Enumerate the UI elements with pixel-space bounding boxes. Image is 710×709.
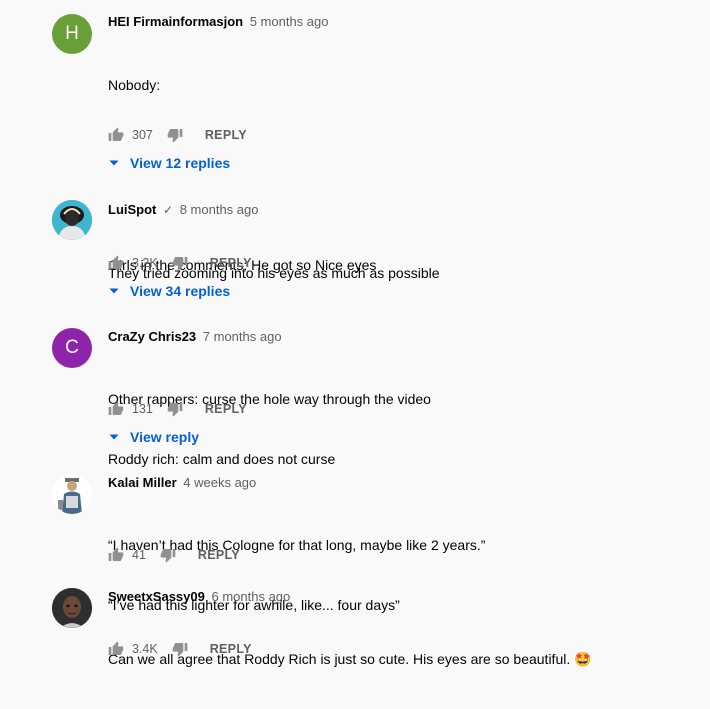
comment-header: CraZy Chris23 7 months ago	[108, 329, 282, 345]
thumbs-up-icon	[108, 547, 124, 563]
caret-down-icon	[108, 157, 120, 169]
reply-button[interactable]: REPLY	[210, 256, 252, 270]
like-button[interactable]	[108, 127, 124, 143]
reply-button[interactable]: REPLY	[198, 548, 240, 562]
verified-check-icon: ✓	[163, 203, 174, 217]
thumbs-down-icon	[172, 641, 188, 657]
comment-timestamp[interactable]: 4 weeks ago	[183, 475, 256, 490]
avatar-letter: C	[65, 337, 79, 358]
like-count: 307	[132, 128, 153, 142]
author-name[interactable]: Kalai Miller	[108, 475, 177, 490]
silhouette-photo-avatar	[52, 200, 92, 240]
author-avatar[interactable]	[52, 200, 92, 240]
comment-header: SweetxSassy09 6 months ago	[108, 589, 290, 605]
thumbs-down-icon	[172, 255, 188, 271]
like-button[interactable]	[108, 401, 124, 417]
portrait-photo-avatar	[52, 588, 92, 628]
view-replies-label: View 34 replies	[130, 283, 231, 299]
like-count: 3.4K	[132, 642, 158, 656]
comment-timestamp[interactable]: 5 months ago	[250, 14, 329, 29]
like-button[interactable]	[108, 641, 124, 657]
figure-photo-avatar	[52, 474, 92, 514]
author-avatar[interactable]: H	[52, 14, 92, 54]
reply-button[interactable]: REPLY	[205, 128, 247, 142]
reply-button[interactable]: REPLY	[210, 642, 252, 656]
thumbs-up-icon	[108, 127, 124, 143]
comment-timestamp[interactable]: 8 months ago	[180, 202, 259, 217]
view-replies-button[interactable]: View 34 replies	[108, 281, 230, 301]
comment-actions: 3.4K REPLY	[108, 639, 252, 659]
thumbs-up-icon	[108, 401, 124, 417]
comment-text: Can we all agree that Roddy Rich is just…	[108, 609, 592, 709]
author-name[interactable]: SweetxSassy09	[108, 589, 205, 604]
dislike-button[interactable]	[167, 401, 183, 417]
author-avatar[interactable]	[52, 588, 92, 628]
dislike-button[interactable]	[160, 547, 176, 563]
comment-actions: 307 REPLY	[108, 125, 247, 145]
author-name[interactable]: CraZy Chris23	[108, 329, 196, 344]
comment-header: LuiSpot ✓ 8 months ago	[108, 202, 258, 218]
author-name[interactable]: LuiSpot	[108, 202, 156, 217]
comment-actions: 3.2K REPLY	[108, 253, 252, 273]
view-replies-button[interactable]: View reply	[108, 427, 199, 447]
reply-button[interactable]: REPLY	[205, 402, 247, 416]
dislike-button[interactable]	[172, 255, 188, 271]
like-count: 41	[132, 548, 146, 562]
author-avatar[interactable]	[52, 474, 92, 514]
caret-down-icon	[108, 285, 120, 297]
view-replies-button[interactable]: View 12 replies	[108, 153, 230, 173]
dislike-button[interactable]	[172, 641, 188, 657]
thumbs-down-icon	[160, 547, 176, 563]
like-button[interactable]	[108, 547, 124, 563]
view-replies-label: View 12 replies	[130, 155, 231, 171]
comment-timestamp[interactable]: 7 months ago	[203, 329, 282, 344]
thumbs-down-icon	[167, 401, 183, 417]
thumbs-up-icon	[108, 641, 124, 657]
like-button[interactable]	[108, 255, 124, 271]
dislike-button[interactable]	[167, 127, 183, 143]
comment-header: HEI Firmainformasjon 5 months ago	[108, 14, 328, 30]
thumbs-down-icon	[167, 127, 183, 143]
comment-actions: 41 REPLY	[108, 545, 240, 565]
author-avatar[interactable]: C	[52, 328, 92, 368]
like-count: 3.2K	[132, 256, 158, 270]
like-count: 131	[132, 402, 153, 416]
comment-line: Roddy rich: calm and does not curse	[108, 451, 336, 467]
thumbs-up-icon	[108, 255, 124, 271]
view-replies-label: View reply	[130, 429, 200, 445]
comment-actions: 131 REPLY	[108, 399, 247, 419]
comment-header: Kalai Miller 4 weeks ago	[108, 475, 256, 491]
author-name[interactable]: HEI Firmainformasjon	[108, 14, 243, 29]
comment-text: They tried zooming into his eyes as much…	[108, 223, 440, 323]
comment-timestamp[interactable]: 6 months ago	[211, 589, 290, 604]
avatar-letter: H	[65, 23, 79, 44]
comment-line: Nobody:	[108, 77, 161, 93]
caret-down-icon	[108, 431, 120, 443]
